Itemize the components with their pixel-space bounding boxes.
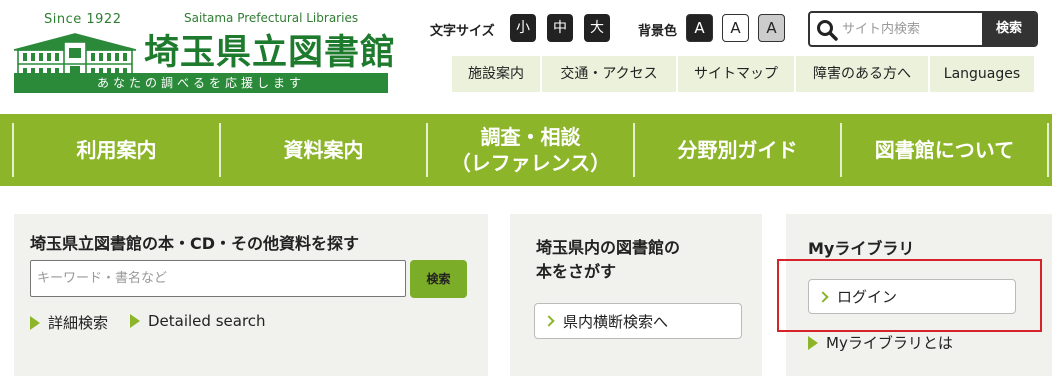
cross-search-button[interactable]: 県内横断検索へ <box>534 303 742 339</box>
my-library-about-link[interactable]: Myライブラリとは <box>808 332 953 353</box>
login-highlight-box <box>777 259 1042 332</box>
triangle-right-icon <box>30 315 40 330</box>
utility-nav-facilities[interactable]: 施設案内 <box>452 56 540 92</box>
prefecture-search-title-line1: 埼玉県内の図書館の <box>536 238 681 257</box>
triangle-right-icon <box>808 335 818 350</box>
my-library-title: Myライブラリ <box>808 239 915 258</box>
utility-nav-access[interactable]: 交通・アクセス <box>542 56 676 92</box>
logo-tagline: あなたの調べるを応援します <box>14 73 388 93</box>
cross-search-label: 県内横断検索へ <box>563 312 669 331</box>
catalog-search-button[interactable]: 検索 <box>410 260 467 298</box>
catalog-search-title: 埼玉県立図書館の本・CD・その他資料を探す <box>30 234 360 253</box>
main-nav-materials-guide[interactable]: 資料案内 <box>221 114 426 186</box>
search-icon <box>817 20 838 41</box>
advanced-search-label: 詳細検索 <box>48 314 109 332</box>
chevron-right-icon <box>543 315 555 327</box>
font-size-large-button[interactable]: 大 <box>584 14 610 42</box>
font-size-small-button[interactable]: 小 <box>510 14 536 42</box>
logo-since: Since 1922 <box>44 12 122 27</box>
main-nav-reference[interactable]: 調査・相談 （レファレンス） <box>428 114 633 186</box>
bg-color-black-button[interactable]: A <box>686 14 713 42</box>
site-search-box: 検索 <box>808 11 1038 47</box>
catalog-keyword-input[interactable] <box>30 260 406 297</box>
logo-japanese-name: 埼玉県立図書館 <box>144 32 397 73</box>
font-size-label: 文字サイズ <box>430 24 495 39</box>
prefecture-search-title-line2: 本をさがす <box>536 262 617 281</box>
detailed-search-label: Detailed search <box>148 312 266 330</box>
main-nav-usage-guide[interactable]: 利用案内 <box>14 114 219 186</box>
bg-color-label: 背景色 <box>638 24 678 39</box>
site-header: Since 1922 Saitama Prefectural Libraries <box>0 0 1052 112</box>
main-nav-subject-guide[interactable]: 分野別ガイド <box>635 114 840 186</box>
advanced-search-link[interactable]: 詳細検索 <box>30 312 108 333</box>
utility-nav-languages[interactable]: Languages <box>930 56 1034 92</box>
site-logo[interactable]: Since 1922 Saitama Prefectural Libraries <box>12 10 395 94</box>
utility-nav: 施設案内 交通・アクセス サイトマップ 障害のある方へ Languages <box>452 56 1036 92</box>
catalog-search-panel: 埼玉県立図書館の本・CD・その他資料を探す 検索 詳細検索 Detailed s… <box>14 214 488 376</box>
logo-english-name: Saitama Prefectural Libraries <box>184 11 359 25</box>
triangle-right-icon <box>130 314 140 328</box>
utility-nav-accessibility[interactable]: 障害のある方へ <box>796 56 928 92</box>
utility-nav-sitemap[interactable]: サイトマップ <box>678 56 794 92</box>
detailed-search-link[interactable]: Detailed search <box>130 312 266 330</box>
bg-color-gray-button[interactable]: A <box>758 14 785 42</box>
bg-color-white-button[interactable]: A <box>722 14 749 42</box>
main-nav: 利用案内 資料案内 調査・相談 （レファレンス） 分野別ガイド 図書館について <box>0 114 1052 186</box>
nav-divider <box>1047 123 1049 177</box>
prefecture-search-panel: 埼玉県内の図書館の 本をさがす 県内横断検索へ <box>510 214 762 376</box>
font-size-medium-button[interactable]: 中 <box>547 14 573 42</box>
site-search-button[interactable]: 検索 <box>982 13 1036 45</box>
my-library-about-label: Myライブラリとは <box>826 334 953 352</box>
main-nav-about-library[interactable]: 図書館について <box>842 114 1047 186</box>
site-search-input[interactable] <box>842 13 982 45</box>
